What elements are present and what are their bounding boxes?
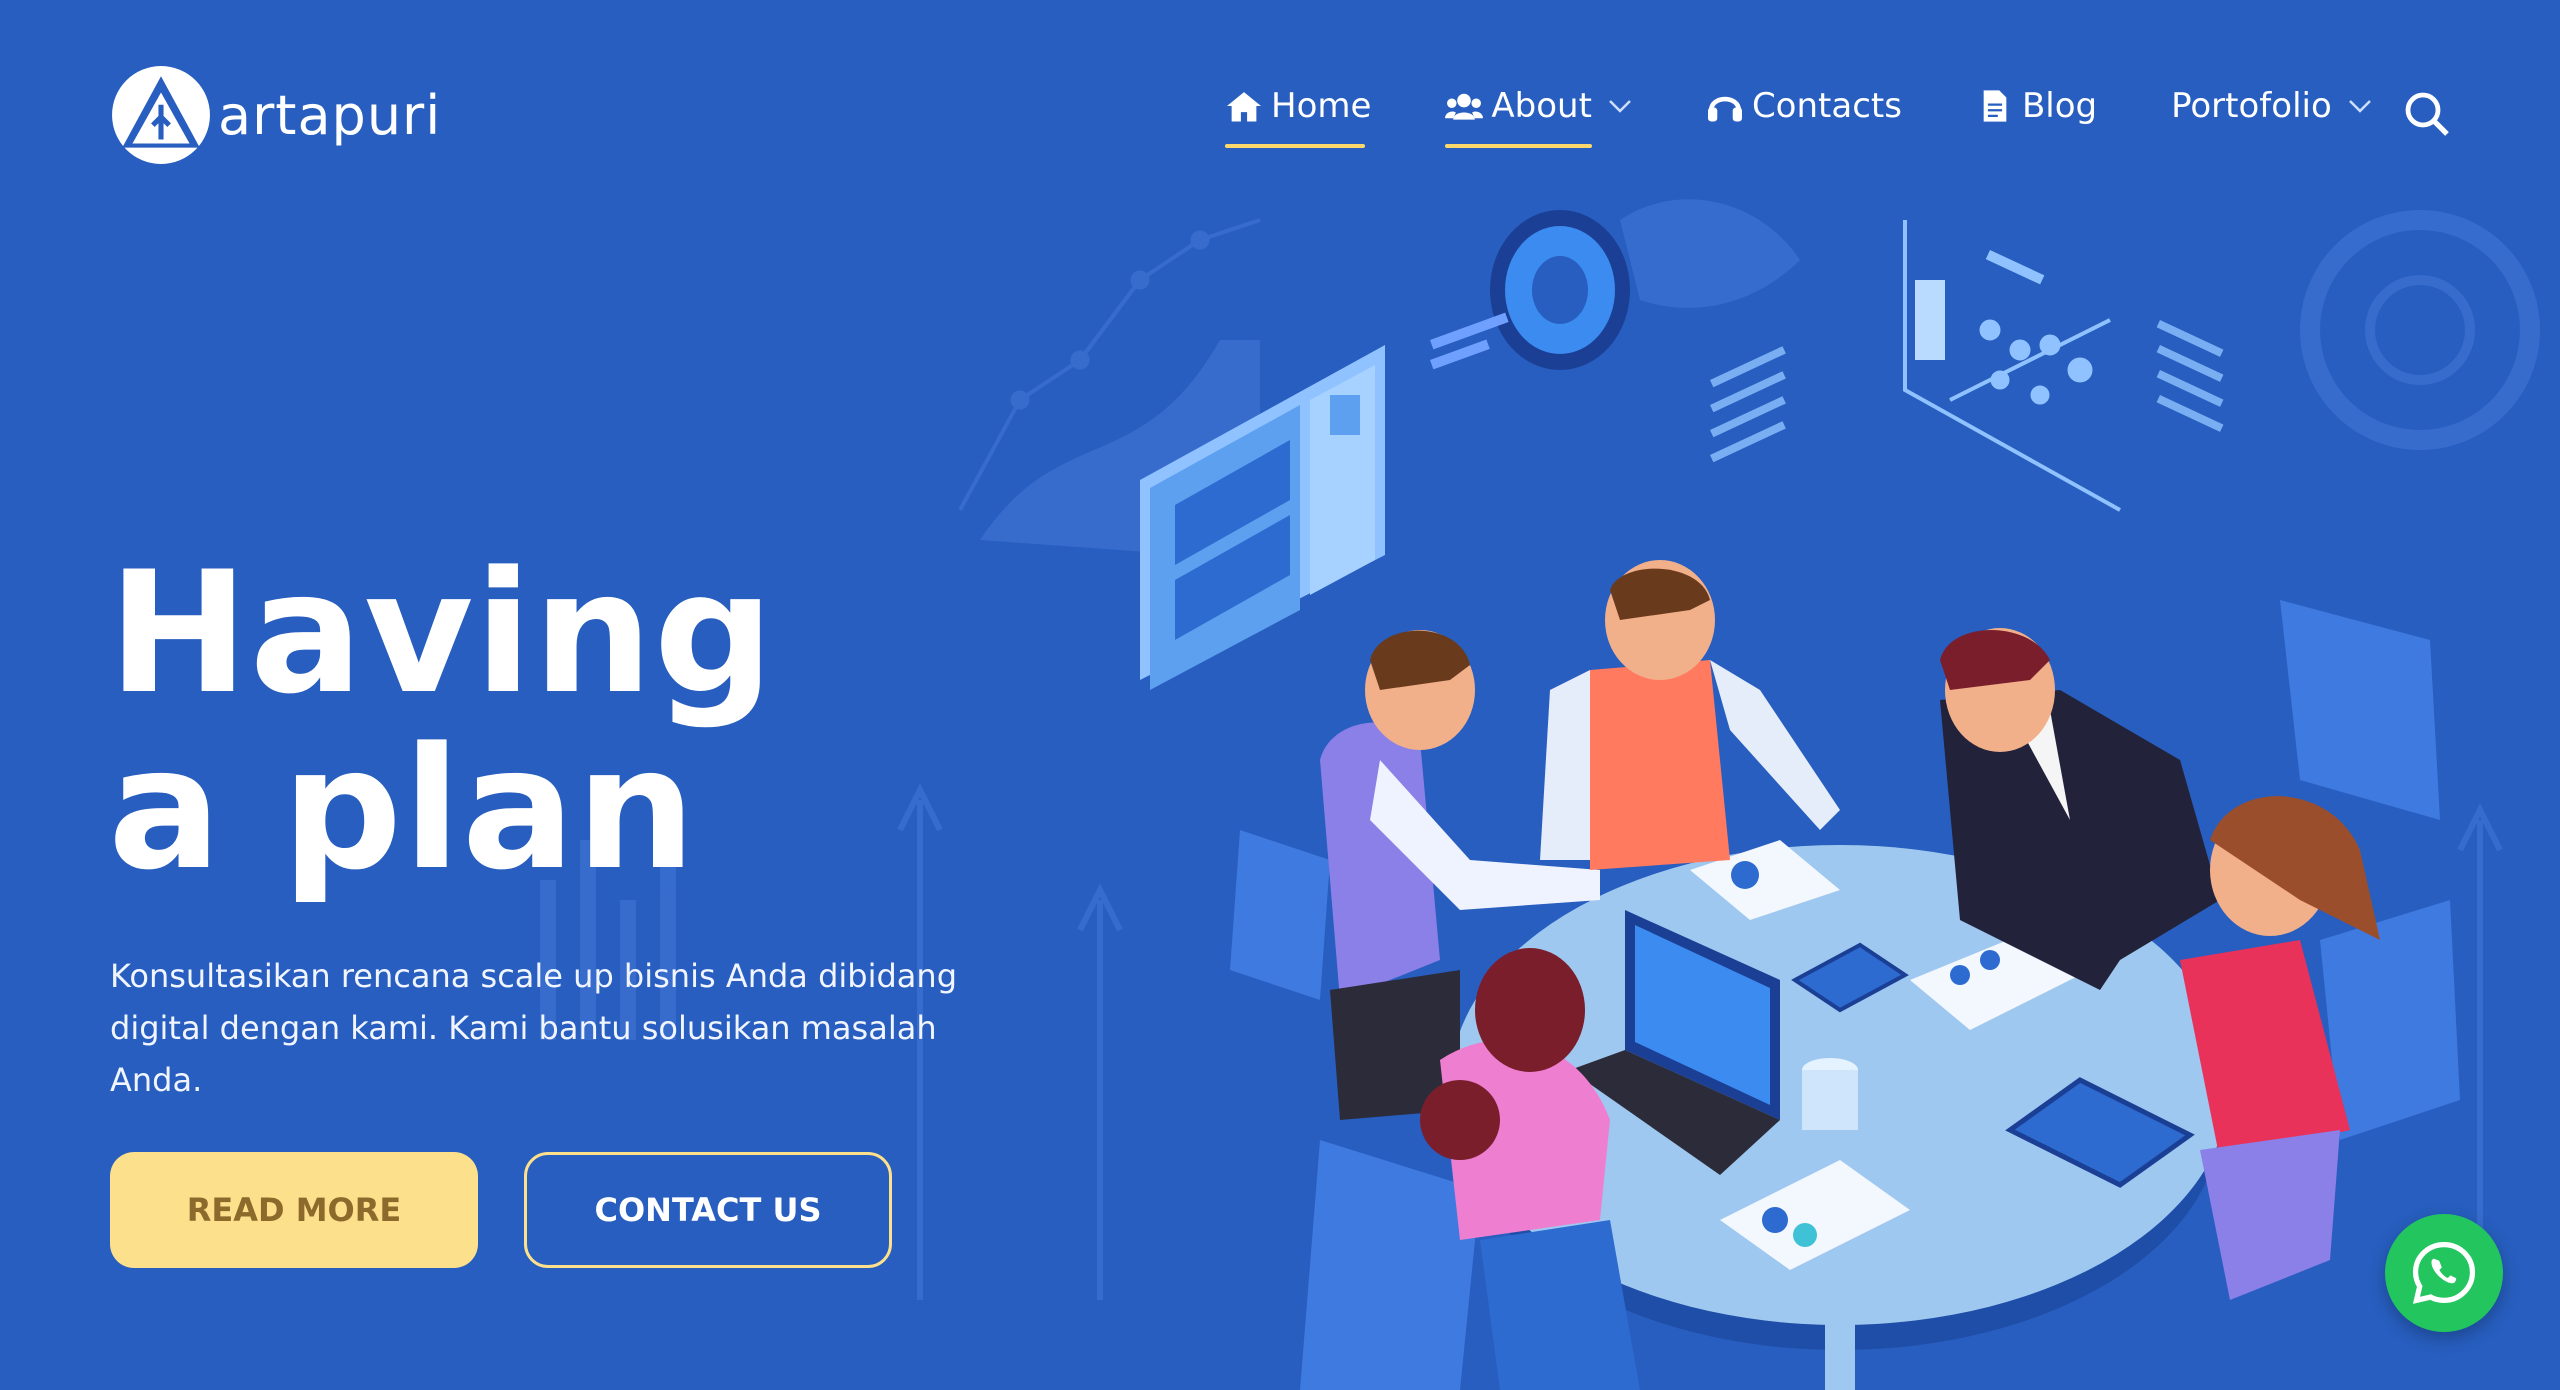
chevron-down-icon xyxy=(1609,100,1631,113)
nav-home-label: Home xyxy=(1271,86,1372,126)
main-nav: Home About Contacts Blog Portofolio xyxy=(1225,86,2446,148)
nav-home[interactable]: Home xyxy=(1225,86,1371,148)
contact-us-button[interactable]: CONTACT US xyxy=(524,1152,892,1268)
home-icon xyxy=(1227,92,1261,122)
floating-dashboard-panel xyxy=(1140,345,1385,690)
document-icon xyxy=(1983,90,2007,122)
users-icon xyxy=(1445,93,1484,120)
nav-about-label: About xyxy=(1491,86,1592,126)
person-2 xyxy=(1540,560,1840,870)
landing-page: artapuri Home About Contacts Blog Portof… xyxy=(0,0,2560,1390)
nav-contacts[interactable]: Contacts xyxy=(1706,86,1902,148)
headphones-icon xyxy=(1707,96,1742,122)
nav-about[interactable]: About xyxy=(1445,86,1632,148)
search-icon[interactable] xyxy=(2403,90,2451,138)
hero-title: Having a plan xyxy=(108,535,775,907)
whatsapp-icon xyxy=(2412,1241,2476,1304)
hero-subtitle: Konsultasikan rencana scale up bisnis An… xyxy=(110,957,957,1099)
whatsapp-button[interactable] xyxy=(2385,1214,2503,1332)
nav-portfolio-label: Portofolio xyxy=(2171,86,2332,126)
read-more-button[interactable]: READ MORE xyxy=(110,1152,478,1268)
brand-name: artapuri xyxy=(218,83,442,147)
floating-donut xyxy=(1430,210,1630,370)
chevron-down-icon xyxy=(2348,100,2371,113)
nav-portfolio[interactable]: Portofolio xyxy=(2171,86,2372,148)
logo-mark-icon xyxy=(112,66,210,164)
nav-blog[interactable]: Blog xyxy=(1976,86,2097,148)
nav-blog-label: Blog xyxy=(2021,86,2098,126)
nav-contacts-label: Contacts xyxy=(1751,86,1902,126)
brand-logo[interactable]: artapuri xyxy=(110,64,441,166)
